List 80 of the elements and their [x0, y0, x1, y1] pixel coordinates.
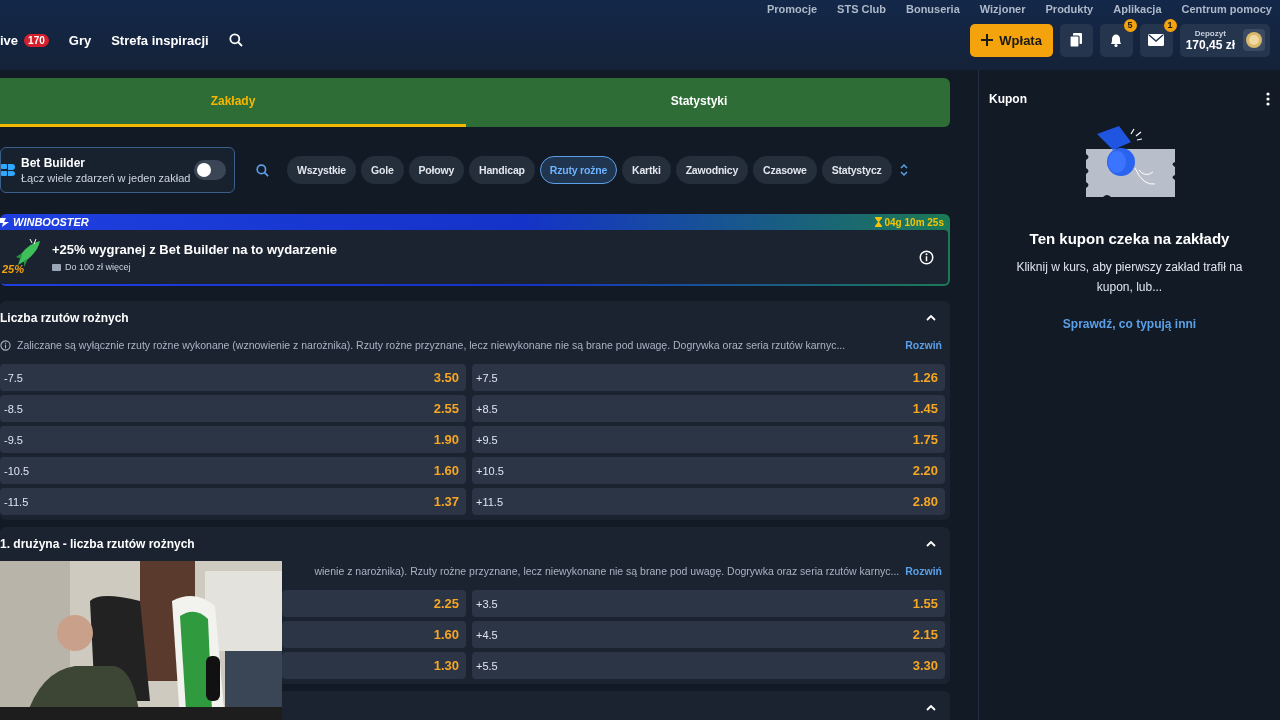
count-badge: 5 [1123, 18, 1137, 32]
odds-button[interactable]: +7.5 1.26 [472, 364, 945, 391]
winbooster-logo: WINBOOSTER [0, 216, 89, 228]
filter-chip[interactable]: Wszystkie [287, 156, 356, 184]
chevron-up-icon[interactable] [926, 704, 936, 711]
boost-percent: 25% [2, 263, 25, 275]
filter-chip[interactable]: Rzuty rożne [539, 156, 618, 184]
expand-link[interactable]: Rozwiń [905, 339, 942, 351]
timer: 04g 10m 25s [874, 216, 944, 228]
toggle-switch[interactable] [194, 160, 226, 180]
top-link[interactable]: Bonuseria [906, 3, 960, 15]
market-info-text: Zaliczane są wyłącznie rzuty rożne wykonane (wznowienie z narożnika). Rzuty rożne przyznane, lecz niewykonane nie są brane pod uwagę. Dogrywka oraz seria rzutów karnyc... [17, 339, 847, 351]
filter-chip[interactable]: Statystycz [821, 156, 892, 184]
more-options-icon[interactable] [1266, 92, 1270, 106]
ticket-icon [52, 263, 61, 271]
tab[interactable]: Zakłady [0, 78, 466, 127]
filter-chip[interactable]: Zawodnicy [675, 156, 749, 184]
count-badge: 1 [1163, 18, 1177, 32]
nav-link[interactable]: Strefa inspiracji [111, 32, 209, 48]
odds-button[interactable]: -7.5 3.50 [0, 364, 466, 391]
odds-button[interactable]: +11.5 2.80 [472, 488, 945, 515]
chevron-up-icon[interactable] [926, 540, 936, 547]
top-link[interactable]: Promocje [766, 3, 818, 15]
top-link[interactable]: Wizjoner [979, 3, 1026, 15]
envelope-icon [1148, 34, 1165, 46]
filter-chip[interactable]: Kartki [622, 156, 671, 184]
top-link[interactable]: STS Club [837, 3, 886, 15]
bet-builder-title: Bet Builder [21, 156, 86, 170]
promo-title: +25% wygranej z Bet Builder na to wydarzenie [52, 242, 338, 257]
odds-button[interactable]: 2.25 [282, 590, 466, 617]
top-link[interactable]: Produkty [1045, 3, 1094, 15]
popular-bets-link[interactable]: Sprawdź, co typują inni [1062, 317, 1197, 331]
empty-coupon-heading: Ten kupon czeka na zakłady [1029, 230, 1230, 247]
documents-icon [1068, 32, 1085, 48]
bet-builder-icon [1, 163, 15, 177]
top-link[interactable]: Aplikacja [1113, 3, 1162, 15]
plus-icon [980, 33, 995, 47]
filter-chip[interactable]: Czasowe [753, 156, 817, 184]
scroll-arrows-icon[interactable] [899, 163, 908, 177]
odds-button[interactable]: +3.5 1.55 [472, 590, 945, 617]
odds-button[interactable]: -11.5 1.37 [0, 488, 466, 515]
empty-coupon-text: Kliknij w kurs, aby pierwszy zakład trafił na kupon, lub... [1015, 259, 1244, 296]
hourglass-icon [874, 217, 882, 227]
tab[interactable]: Statystyki [466, 78, 932, 127]
expand-link[interactable]: Rozwiń [905, 565, 942, 577]
nav-link[interactable]: ive [0, 32, 19, 48]
search-icon[interactable] [256, 163, 269, 177]
odds-button[interactable]: +9.5 1.75 [472, 426, 945, 453]
count-badge: 170 [24, 33, 49, 47]
bet-builder-subtitle: Łącz wiele zdarzeń w jeden zakład [21, 172, 192, 184]
balance-value: 170,45 zł [1185, 37, 1235, 52]
balance-button[interactable]: Depozyt 170,45 zł [1179, 23, 1270, 57]
info-icon [919, 249, 934, 265]
odds-button[interactable]: -8.5 2.55 [0, 395, 466, 422]
chevron-up-icon[interactable] [926, 314, 936, 321]
info-icon [0, 339, 11, 351]
coupons-button[interactable] [1059, 23, 1093, 57]
odds-button[interactable]: +5.5 3.30 [472, 652, 945, 679]
market-title: Liczba rzutów rożnych [0, 310, 129, 325]
filter-chip[interactable]: Gole [361, 156, 404, 184]
filter-chip[interactable]: Handicap [469, 156, 535, 184]
market-title: 1. drużyna - liczba rzutów rożnych [0, 536, 195, 551]
top-link[interactable]: Centrum pomocy [1181, 3, 1272, 15]
search-icon[interactable] [228, 33, 243, 47]
odds-button[interactable]: 1.30 [282, 652, 466, 679]
filter-chip[interactable]: Połowy [408, 156, 465, 184]
odds-button[interactable]: -10.5 1.60 [0, 457, 466, 484]
balance-label: Depozyt [1194, 28, 1226, 38]
coupon-title: Kupon [989, 92, 1027, 106]
lightning-icon [0, 217, 10, 227]
deposit-button[interactable]: Wpłata [969, 23, 1053, 57]
market-info-text: wienie z narożnika). Rzuty rożne przyznane, lecz niewykonane nie są brane pod uwagę. Dogrywka oraz seria rzutów karnyc... [313, 565, 900, 577]
coin-icon [1243, 29, 1265, 51]
odds-button[interactable]: 1.60 [282, 621, 466, 648]
nav-link[interactable]: Gry [68, 32, 92, 48]
odds-button[interactable]: +10.5 2.20 [472, 457, 945, 484]
odds-button[interactable]: +8.5 1.45 [472, 395, 945, 422]
odds-button[interactable]: -9.5 1.90 [0, 426, 466, 453]
promo-note: Do 100 zł więcej [65, 262, 131, 272]
odds-button[interactable]: +4.5 2.15 [472, 621, 945, 648]
